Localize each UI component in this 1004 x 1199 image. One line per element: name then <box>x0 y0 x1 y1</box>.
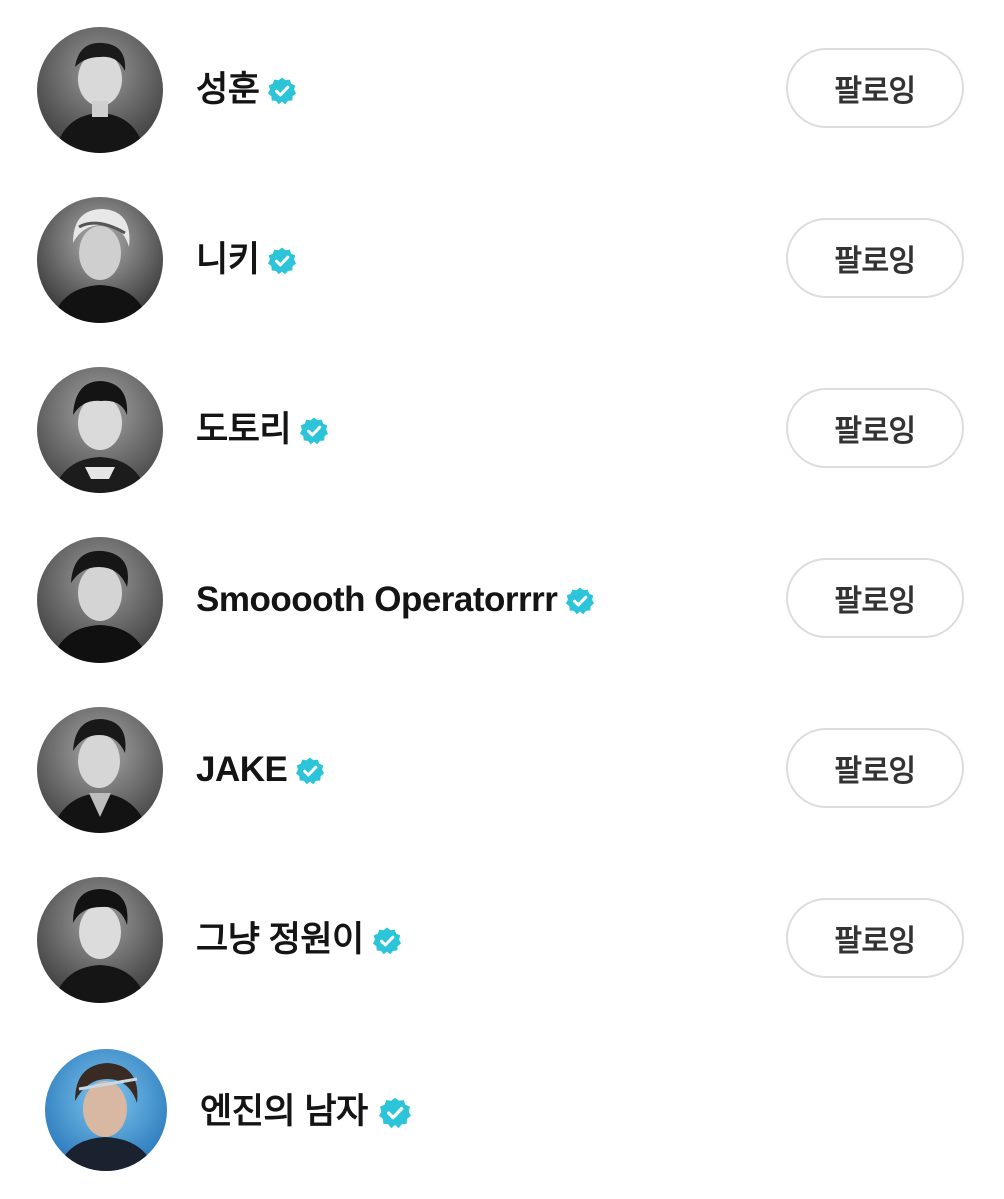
user-row[interactable]: Smooooth Operatorrrr 팔로잉 <box>0 510 1004 680</box>
following-button[interactable]: 팔로잉 <box>786 48 964 128</box>
avatar-photo <box>37 197 163 323</box>
verified-badge-icon <box>267 76 297 106</box>
avatar[interactable] <box>37 367 163 493</box>
user-row[interactable]: 엔진의 남자 <box>0 1020 1004 1190</box>
user-row[interactable]: 니키 팔로잉 <box>0 170 1004 340</box>
verified-badge-icon <box>267 246 297 276</box>
avatar[interactable] <box>37 877 163 1003</box>
username-wrap: Smooooth Operatorrrr <box>196 576 595 624</box>
verified-badge-icon <box>295 756 325 786</box>
avatar[interactable] <box>37 197 163 323</box>
avatar[interactable] <box>37 27 163 153</box>
verified-badge-icon <box>378 1096 412 1130</box>
username-wrap: 엔진의 남자 <box>200 1088 412 1136</box>
username[interactable]: 그냥 정원이 <box>196 916 364 964</box>
avatar[interactable] <box>45 1049 167 1171</box>
user-row[interactable]: 그냥 정원이 팔로잉 <box>0 850 1004 1020</box>
username-wrap: JAKE <box>196 746 325 794</box>
verified-badge-icon <box>372 926 402 956</box>
following-button[interactable]: 팔로잉 <box>786 728 964 808</box>
avatar[interactable] <box>37 537 163 663</box>
username-wrap: 성훈 <box>196 66 297 114</box>
user-row[interactable]: 도토리 팔로잉 <box>0 340 1004 510</box>
user-row[interactable]: 성훈 팔로잉 <box>0 0 1004 170</box>
username[interactable]: 엔진의 남자 <box>200 1088 368 1136</box>
avatar-photo <box>37 537 163 663</box>
avatar-photo <box>37 877 163 1003</box>
following-button[interactable]: 팔로잉 <box>786 218 964 298</box>
username-wrap: 그냥 정원이 <box>196 916 402 964</box>
verified-badge-icon <box>299 416 329 446</box>
avatar-photo <box>37 27 163 153</box>
avatar[interactable] <box>37 707 163 833</box>
avatar-photo <box>37 707 163 833</box>
username-wrap: 니키 <box>196 236 297 284</box>
username-wrap: 도토리 <box>196 406 329 454</box>
user-row[interactable]: JAKE 팔로잉 <box>0 680 1004 850</box>
following-button[interactable]: 팔로잉 <box>786 388 964 468</box>
username[interactable]: JAKE <box>196 746 288 794</box>
username[interactable]: Smooooth Operatorrrr <box>196 576 558 624</box>
following-button[interactable]: 팔로잉 <box>786 558 964 638</box>
username[interactable]: 성훈 <box>196 66 260 114</box>
verified-badge-icon <box>565 586 595 616</box>
avatar-photo <box>45 1049 167 1171</box>
username[interactable]: 니키 <box>196 236 260 284</box>
following-button[interactable]: 팔로잉 <box>786 898 964 978</box>
username[interactable]: 도토리 <box>196 406 292 454</box>
avatar-photo <box>37 367 163 493</box>
